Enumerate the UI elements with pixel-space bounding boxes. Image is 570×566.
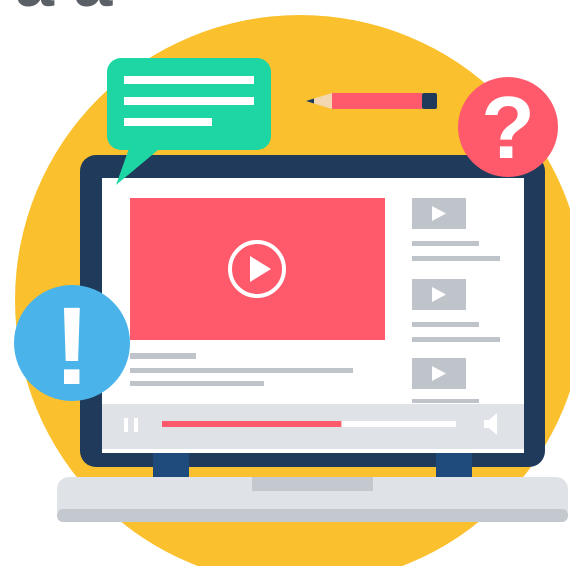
question-mark: ? — [481, 78, 535, 177]
video-desc-line-2 — [130, 381, 264, 386]
laptop — [57, 155, 568, 522]
thumb-desc-line — [412, 337, 500, 342]
question-badge: ? — [458, 77, 558, 177]
heading-fragment: a a — [15, 0, 113, 21]
thumb-title-line — [412, 399, 479, 403]
hinge-right — [436, 453, 472, 478]
thumb-desc-line — [412, 256, 500, 261]
thumb-title-line — [412, 241, 479, 246]
laptop-base-shadow — [57, 509, 568, 522]
pencil-icon — [306, 93, 437, 109]
video-title-line — [130, 353, 196, 359]
exclamation-mark: ! — [54, 285, 91, 408]
thumb-title-line — [412, 322, 479, 327]
heading-text: a a — [15, 0, 113, 21]
illustration-canvas: a a — [0, 0, 570, 566]
progress-fill — [162, 421, 342, 427]
player-controls — [102, 404, 524, 449]
video-learning-illustration: a a — [14, 0, 570, 566]
hinge-left — [153, 453, 189, 478]
pause-icon[interactable] — [120, 414, 142, 436]
trackpad-notch — [252, 477, 373, 491]
video-desc-line-1 — [130, 368, 353, 373]
